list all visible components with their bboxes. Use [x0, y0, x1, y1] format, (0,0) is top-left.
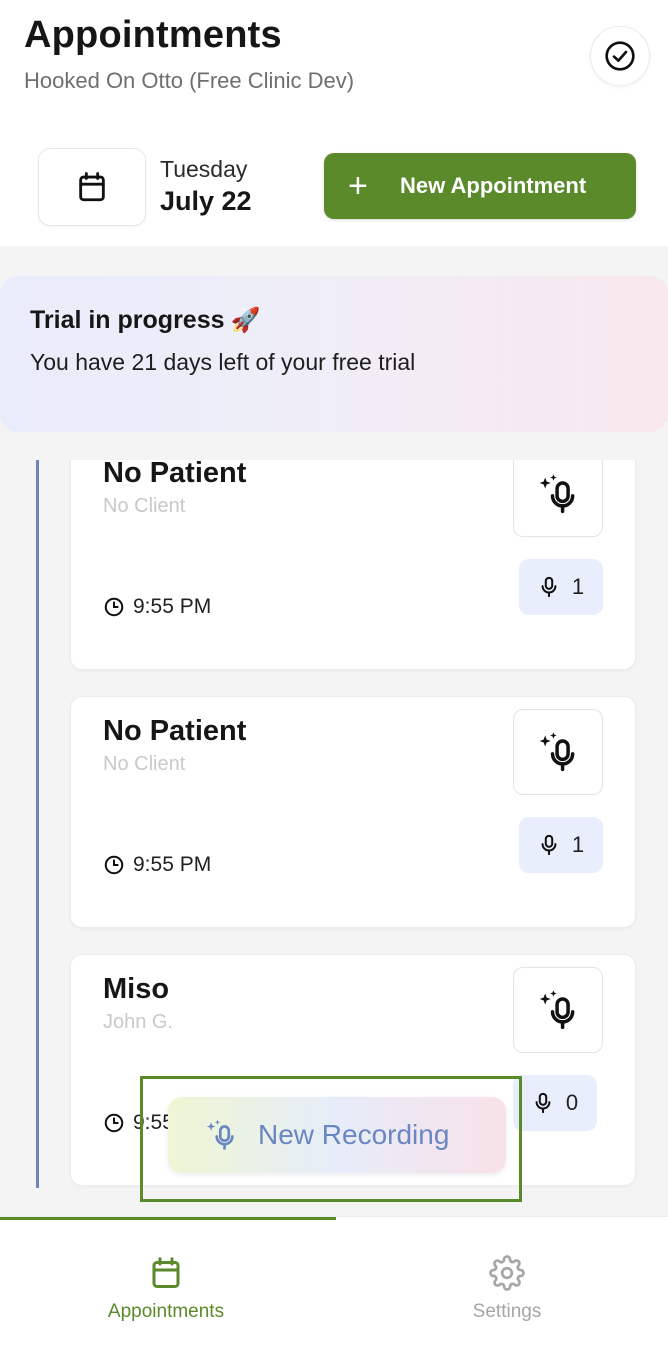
microphone-icon: [535, 1092, 551, 1114]
trial-banner: Trial in progress 🚀 You have 21 days left…: [0, 276, 668, 432]
new-appointment-label: New Appointment: [400, 173, 587, 198]
ai-microphone-icon: [539, 990, 575, 1030]
tab-appointments-label: Appointments: [107, 1301, 225, 1322]
bottom-tab-bar: Appointments Settings: [0, 1216, 668, 1347]
selected-day: Tuesday: [160, 156, 248, 182]
trial-title: Trial in progress 🚀: [30, 306, 260, 335]
appointment-card[interactable]: No Patient No Client 9:55 PM 1: [70, 460, 636, 670]
appointment-time: 9:55 PM: [103, 853, 211, 877]
ai-microphone-icon: [539, 732, 575, 772]
trial-title-text: Trial in progress: [30, 306, 225, 334]
recording-count: 1: [571, 574, 585, 599]
status-check-button[interactable]: [590, 26, 650, 86]
ai-microphone-icon: [539, 474, 575, 514]
new-appointment-button[interactable]: + New Appointment: [324, 153, 636, 219]
appointment-time-text: 9:55 PM: [133, 595, 212, 618]
selected-date: July 22: [160, 186, 252, 216]
rocket-emoji: 🚀: [230, 307, 261, 334]
tab-settings-label: Settings: [472, 1301, 542, 1322]
calendar-picker-button[interactable]: [38, 148, 146, 226]
tab-settings[interactable]: Settings: [407, 1255, 607, 1323]
clinic-subtitle: Hooked On Otto (Free Clinic Dev): [24, 68, 355, 93]
recording-count: 0: [565, 1090, 579, 1115]
patient-name: No Patient: [103, 460, 247, 489]
ai-record-button[interactable]: [513, 967, 603, 1053]
appointment-card[interactable]: No Patient No Client 9:55 PM 1: [70, 696, 636, 928]
microphone-icon: [541, 576, 557, 598]
active-tab-indicator: [0, 1217, 336, 1220]
recording-count-badge[interactable]: 1: [519, 559, 603, 615]
patient-name: Miso: [103, 973, 170, 1005]
calendar-icon: [152, 1257, 180, 1288]
new-recording-label: New Recording: [258, 1119, 450, 1150]
client-name: No Client: [103, 753, 186, 775]
recording-count-badge[interactable]: 1: [519, 817, 603, 873]
tab-appointments[interactable]: Appointments: [66, 1255, 266, 1323]
clock-icon: [103, 1112, 125, 1134]
patient-name: No Patient: [103, 715, 247, 747]
gear-icon: [489, 1255, 525, 1291]
check-circle-icon: [605, 41, 635, 71]
client-name: No Client: [103, 495, 186, 517]
trial-message: You have 21 days left of your free trial: [30, 349, 416, 375]
ai-record-button[interactable]: [513, 460, 603, 537]
ai-record-button[interactable]: [513, 709, 603, 795]
microphone-icon: [541, 834, 557, 856]
plus-icon: +: [348, 167, 368, 205]
recording-count: 1: [571, 832, 585, 857]
ai-microphone-icon: [204, 1118, 238, 1152]
page-title: Appointments: [24, 14, 282, 56]
new-recording-button[interactable]: New Recording: [168, 1097, 506, 1173]
appointment-time: 9:55 PM: [103, 595, 211, 619]
appointment-time-text: 9:55 PM: [133, 853, 212, 876]
clock-icon: [103, 596, 125, 618]
client-name: John G.: [103, 1011, 174, 1033]
app-header: Appointments Hooked On Otto (Free Clinic…: [0, 0, 668, 246]
recording-count-badge[interactable]: 0: [513, 1075, 597, 1131]
clock-icon: [103, 854, 125, 876]
calendar-icon: [79, 172, 105, 202]
